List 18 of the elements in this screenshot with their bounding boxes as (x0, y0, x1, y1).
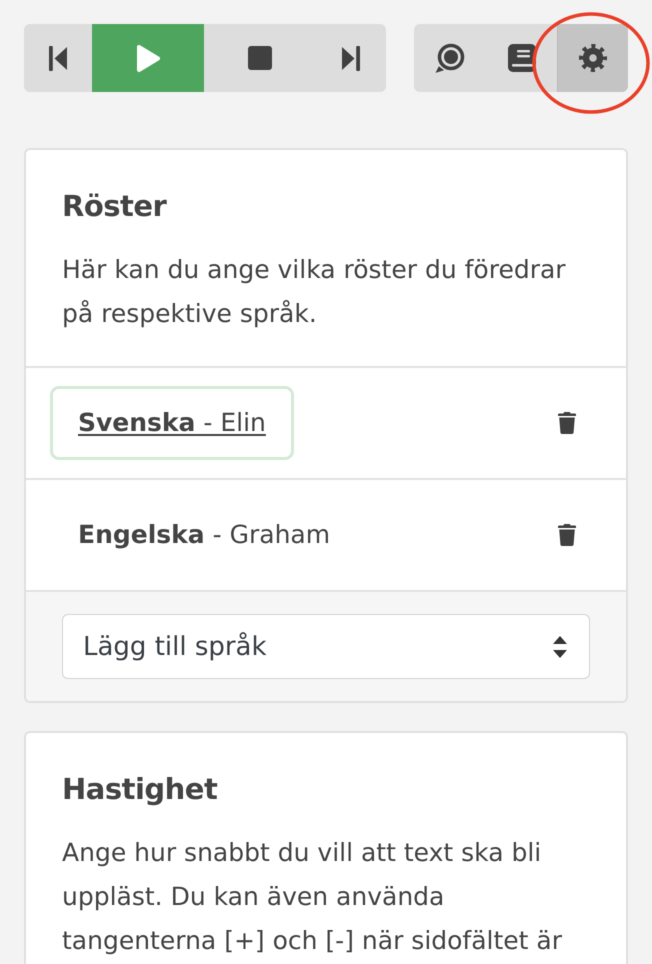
settings-tab[interactable] (557, 24, 628, 92)
book-icon (508, 44, 536, 72)
up-down-caret-icon (553, 636, 567, 658)
gear-icon (579, 44, 607, 72)
card-title: Hastighet (62, 771, 218, 808)
trash-icon (558, 524, 576, 546)
play-icon (136, 44, 160, 72)
trash-icon (558, 412, 576, 434)
card-description: Ange hur snabbt du vill att text ska bli uppläst. Du kan även använda tangenterna [+] och [-] när sidofältet är (62, 837, 564, 957)
stop-icon (248, 46, 272, 70)
voice-link[interactable]: Engelska - Graham (50, 498, 358, 572)
card-title: Röster (62, 188, 168, 225)
skip-previous-icon (49, 46, 67, 70)
language-select[interactable]: Lägg till språk (62, 614, 590, 679)
speech-bubble-icon (435, 43, 465, 73)
card-description: Här kan du ange vilka röster du föredrar på respektive språk. (62, 254, 567, 330)
voice-link[interactable]: Svenska - Elin (50, 386, 294, 460)
skip-next-icon (342, 46, 360, 70)
